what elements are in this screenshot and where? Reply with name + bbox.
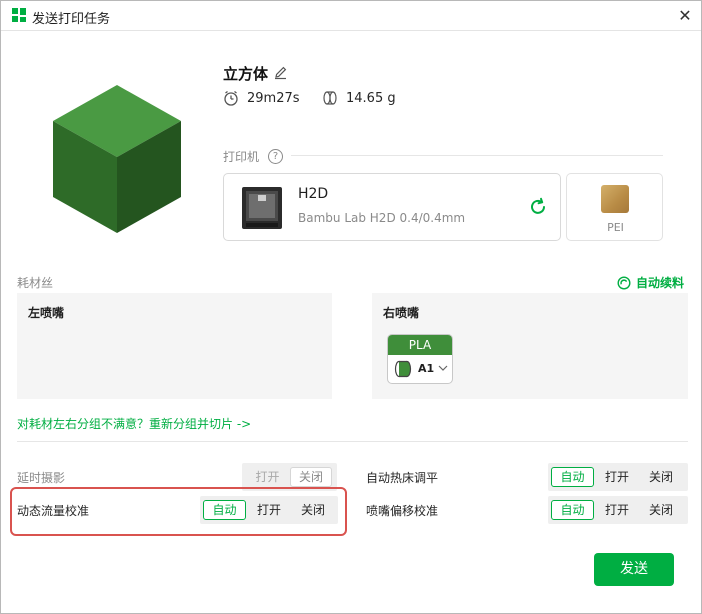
close-icon[interactable]: ✕ [675,6,695,26]
timelapse-label: 延时摄影 [17,471,66,485]
title-bar: 发送打印任务 ✕ [1,1,701,31]
left-nozzle-panel: 左喷嘴 [17,293,332,399]
bed-leveling-auto-button[interactable]: 自动 [551,467,594,487]
print-time: 29m27s [247,90,300,106]
bed-leveling-toggle: 自动 打开 关闭 [548,463,688,491]
chevron-down-icon [438,365,448,371]
nozzle-offset-auto-button[interactable]: 自动 [551,500,594,520]
auto-refill-icon [617,275,631,290]
printer-image [242,187,282,229]
printer-selector[interactable]: H2D Bambu Lab H2D 0.4/0.4mm [223,173,561,241]
bambu-studio-icon [12,8,26,22]
print-time-stat: 29m27s [223,90,300,106]
filament-spool-icon [323,91,337,105]
plate-selector[interactable]: PEI [566,173,663,241]
help-icon[interactable]: ? [268,149,283,164]
filament-slot: A1 [388,355,452,383]
divider [291,155,663,156]
highlight-annotation [10,487,347,536]
right-nozzle-title: 右喷嘴 [383,306,420,320]
timelapse-off-button: 关闭 [290,467,332,487]
timelapse-on-button: 打开 [255,470,280,484]
printer-details: Bambu Lab H2D 0.4/0.4mm [298,211,466,225]
nozzle-offset-on-button[interactable]: 打开 [596,500,638,520]
filament-weight: 14.65 g [346,90,396,106]
bed-leveling-on-button[interactable]: 打开 [596,467,638,487]
bed-leveling-off-button[interactable]: 关闭 [640,467,682,487]
spool-icon [394,360,412,378]
divider [17,441,688,442]
left-nozzle-title: 左喷嘴 [28,306,65,320]
plate-label: PEI [607,221,624,234]
printer-section-label: 打印机 [223,150,260,164]
edit-icon[interactable] [273,65,288,80]
filament-slot-selector[interactable]: PLA A1 [387,334,453,384]
bed-leveling-label: 自动热床调平 [366,471,439,485]
send-print-dialog: 发送打印任务 ✕ 立方体 29m27s 14.65 g 打印机 ? H2D Ba… [0,0,702,614]
plate-thumbnail [601,185,629,213]
model-thumbnail [53,85,181,233]
window-title: 发送打印任务 [32,12,111,27]
filament-slot-name: A1 [418,362,435,375]
right-nozzle-panel: 右喷嘴 PLA A1 [372,293,688,399]
nozzle-offset-label: 喷嘴偏移校准 [366,504,439,518]
auto-refill-label: 自动续料 [636,276,685,290]
send-button[interactable]: 发送 [594,553,674,586]
filament-section-label: 耗材丝 [17,276,54,290]
nozzle-offset-off-button[interactable]: 关闭 [640,500,682,520]
clock-icon [224,90,238,106]
regroup-and-slice-link[interactable]: 对耗材左右分组不满意？重新分组并切片 -> [17,415,251,432]
weight-stat: 14.65 g [322,90,396,106]
filament-type: PLA [388,335,452,355]
nozzle-offset-toggle: 自动 打开 关闭 [548,496,688,524]
refresh-icon[interactable] [528,197,548,217]
auto-refill-button[interactable]: 自动续料 [617,274,684,291]
model-name: 立方体 [223,65,269,83]
printer-name: H2D [298,186,329,202]
